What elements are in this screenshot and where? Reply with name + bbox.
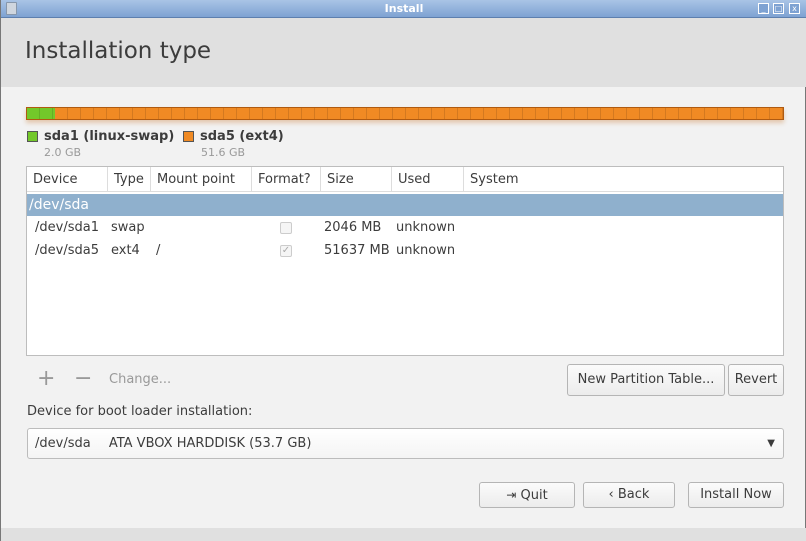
cell-size: 2046 MB (324, 220, 382, 235)
revert-button[interactable]: Revert (728, 364, 784, 396)
format-checkbox[interactable] (280, 222, 292, 234)
cell-device: /dev/sda1 (35, 220, 99, 235)
quit-label: Quit (520, 488, 548, 503)
partition-table[interactable]: Device Type Mount point Format? Size Use… (26, 166, 784, 356)
title-bar: Install (1, 0, 806, 18)
table-row-disk[interactable]: /dev/sda (27, 194, 783, 216)
legend-swatch (183, 131, 194, 142)
back-label: Back (617, 487, 650, 502)
cell-used: unknown (396, 220, 456, 235)
bootloader-device-select[interactable]: /dev/sda ATA VBOX HARDDISK (53.7 GB) ▼ (27, 428, 784, 459)
change-partition-button[interactable]: Change... (109, 372, 171, 387)
column-header-mount[interactable]: Mount point (151, 167, 252, 192)
remove-partition-button[interactable]: − (74, 366, 92, 391)
quit-icon: ⇥ (506, 488, 517, 502)
column-header-format[interactable]: Format? (252, 167, 321, 192)
legend-size: 51.6 GB (201, 146, 246, 159)
column-header-type[interactable]: Type (108, 167, 151, 192)
legend-size: 2.0 GB (44, 146, 82, 159)
legend-label: sda5 (ext4) (200, 129, 284, 144)
cell-type: swap (111, 220, 145, 235)
bootloader-description: ATA VBOX HARDDISK (53.7 GB) (108, 436, 312, 451)
column-header-size[interactable]: Size (321, 167, 392, 192)
cell-used: unknown (396, 243, 456, 258)
chevron-left-icon: ‹ (608, 487, 614, 502)
page-title: Installation type (25, 38, 212, 64)
table-row[interactable]: /dev/sda1 swap 2046 MB unknown (27, 217, 783, 239)
format-checkbox-checked[interactable]: ✓ (280, 245, 292, 257)
column-header-device[interactable]: Device (27, 167, 108, 192)
cell-size: 51637 MB (324, 243, 390, 258)
table-row[interactable]: /dev/sda5 ext4 / ✓ 51637 MB unknown (27, 240, 783, 262)
install-now-button[interactable]: Install Now (688, 482, 784, 508)
minimize-icon[interactable]: _ (758, 3, 769, 14)
partition-bar (26, 107, 784, 120)
bootloader-label: Device for boot loader installation: (27, 404, 253, 419)
cell-mount: / (156, 243, 161, 258)
column-header-used[interactable]: Used (392, 167, 464, 192)
column-header-system[interactable]: System (464, 167, 783, 192)
quit-button[interactable]: ⇥ Quit (479, 482, 575, 508)
maximize-icon[interactable]: □ (773, 3, 784, 14)
add-partition-button[interactable]: + (37, 366, 55, 391)
cell-device: /dev/sda5 (35, 243, 99, 258)
bootloader-device: /dev/sda (35, 436, 91, 451)
disk-device: /dev/sda (29, 197, 89, 213)
window-title: Install (384, 2, 424, 15)
partition-segment-sda5 (55, 108, 783, 119)
dropdown-arrow-icon: ▼ (767, 438, 775, 449)
legend-sda1: sda1 (linux-swap) (27, 129, 174, 144)
cell-type: ext4 (111, 243, 140, 258)
legend-label: sda1 (linux-swap) (44, 129, 175, 144)
close-icon[interactable]: x (789, 3, 800, 14)
legend-sda5: sda5 (ext4) (183, 129, 284, 144)
partition-segment-sda1 (27, 108, 56, 119)
back-button[interactable]: ‹ Back (583, 482, 675, 508)
footer (1, 528, 806, 541)
legend-swatch (27, 131, 38, 142)
installer-icon (6, 2, 17, 15)
new-partition-table-button[interactable]: New Partition Table... (567, 364, 725, 396)
